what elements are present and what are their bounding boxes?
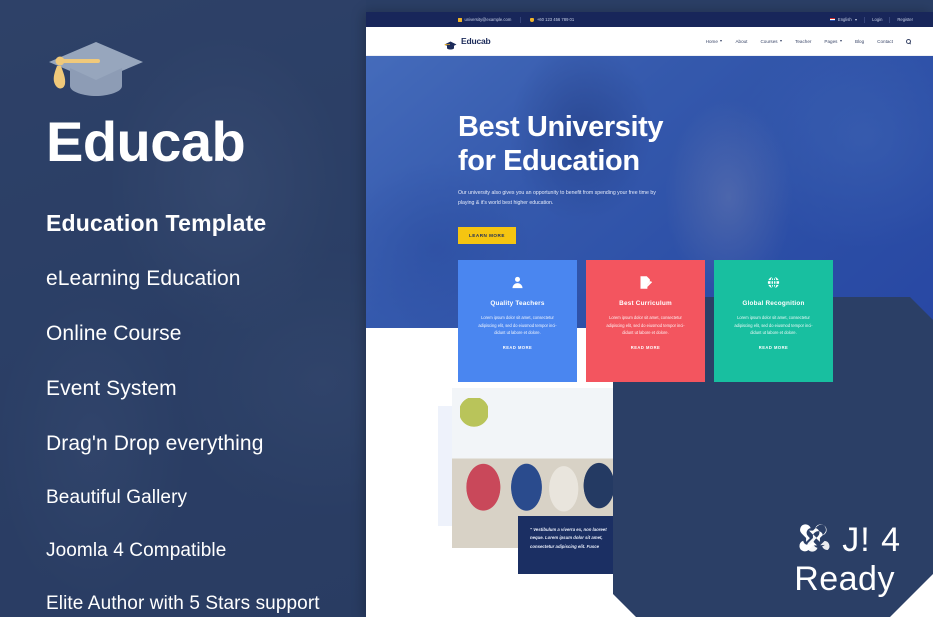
template-heading: Education Template (46, 210, 267, 236)
feature-card-global-recognition[interactable]: Global Recognition Lorem ipsum dolor sit… (714, 260, 833, 382)
brand-title: Educab (46, 110, 246, 173)
site-logo-text: Educab (461, 36, 491, 46)
list-item: Event System (46, 377, 177, 400)
card-title: Best Curriculum (619, 300, 672, 307)
divider (520, 16, 522, 23)
tree-decoration (460, 398, 488, 444)
topbar-phone-text: +60 123 456 789 01 (536, 17, 575, 22)
list-item: Beautiful Gallery (46, 487, 188, 508)
flag-icon (830, 17, 836, 22)
card-text: Lorem ipsum dolor sit amet, consectetur … (734, 315, 813, 336)
chevron-down-icon (720, 40, 723, 42)
kicker-text: ABOUT US (690, 410, 723, 415)
nav-label: Blog (854, 38, 865, 44)
poster-stage: Educab Education Template eLearning Educ… (0, 0, 933, 617)
nav-item-blog[interactable]: Blog (855, 39, 864, 44)
about-kicker: ABOUT US (666, 410, 841, 415)
read-more-link[interactable]: READ MORE (726, 345, 821, 350)
language-label: English (837, 17, 852, 22)
list-item: Joomla 4 Compatible (46, 540, 227, 561)
language-selector[interactable]: English (830, 17, 858, 22)
nav-item-pages[interactable]: Pages (824, 39, 842, 44)
card-title: Quality Teachers (490, 300, 545, 307)
joomla-badge-content: J! 4 Ready (794, 519, 901, 599)
nav-item-contact[interactable]: Contact (877, 39, 893, 44)
nav-links: Home About Courses Teacher Pages Blog Co… (706, 38, 911, 44)
divider (889, 16, 891, 23)
divider (864, 16, 866, 23)
read-more-link[interactable]: READ MORE (598, 345, 693, 350)
globe-icon (726, 274, 821, 291)
joomla-logo-icon (794, 519, 832, 562)
joomla-ready-label: Ready (794, 560, 895, 598)
topbar-phone[interactable]: +60 123 456 789 01 (530, 17, 574, 22)
read-more-link[interactable]: READ MORE (470, 345, 565, 350)
graduation-cap-icon (444, 37, 457, 49)
about-lead: Vestibulum a viverra ex, non laoreet neq… (666, 476, 757, 500)
left-info-panel: Educab Education Template eLearning Educ… (0, 0, 366, 617)
chevron-down-icon (780, 40, 783, 42)
nav-label: Home (705, 38, 718, 44)
search-icon[interactable] (906, 38, 911, 44)
testimonial-quote: " Vestibulum a viverra ex, non laoreet n… (518, 516, 660, 574)
user-icon (470, 274, 565, 291)
card-title: Global Recognition (742, 300, 805, 307)
card-text: Lorem ipsum dolor sit amet, consectetur … (606, 315, 685, 336)
register-link[interactable]: Register (897, 17, 913, 22)
nav-item-about[interactable]: About (735, 39, 747, 44)
nav-label: About (735, 38, 748, 44)
hero-title: Best University for Education (458, 111, 664, 177)
graduation-cap-icon (46, 38, 146, 100)
about-title: Welcome to The University (666, 426, 770, 462)
site-navbar: Educab Home About Courses Teacher Pages … (366, 27, 933, 56)
hero-subtitle: Our university also gives you an opportu… (458, 190, 656, 207)
list-item: Online Course (46, 322, 182, 345)
mail-icon (458, 17, 462, 22)
nav-label: Pages (824, 38, 838, 44)
nav-item-home[interactable]: Home (706, 39, 723, 44)
nav-label: Teacher (795, 38, 812, 44)
card-text: Lorem ipsum dolor sit amet, consectetur … (478, 315, 557, 336)
list-item: Elite Author with 5 Stars support (46, 593, 320, 614)
list-item: Drag'n Drop everything (46, 432, 264, 455)
joomla-version-label: J! 4 (842, 521, 901, 559)
nav-item-teacher[interactable]: Teacher (795, 39, 811, 44)
topbar-email-text: university@example.com (464, 17, 512, 22)
chevron-down-icon (839, 40, 842, 42)
nav-label: Contact (877, 38, 893, 44)
topbar-email[interactable]: university@example.com (458, 17, 511, 22)
site-logo[interactable]: Educab (444, 36, 491, 49)
login-link[interactable]: Login (872, 17, 882, 22)
feature-card-best-curriculum[interactable]: Best Curriculum Lorem ipsum dolor sit am… (586, 260, 705, 382)
list-item: eLearning Education (46, 267, 241, 290)
nav-item-courses[interactable]: Courses (760, 38, 783, 44)
feature-list: eLearning Education Online Course Event … (46, 267, 326, 615)
site-topbar: university@example.com +60 123 456 789 0… (366, 12, 933, 27)
feature-card-quality-teachers[interactable]: Quality Teachers Lorem ipsum dolor sit a… (458, 260, 577, 382)
nav-label: Courses (760, 38, 778, 44)
chevron-down-icon (855, 18, 858, 21)
learn-more-button[interactable]: LEARN MORE (458, 227, 516, 244)
kicker-line (666, 412, 684, 413)
document-pencil-icon (598, 274, 693, 291)
phone-icon (530, 17, 535, 22)
feature-cards: Quality Teachers Lorem ipsum dolor sit a… (458, 260, 833, 382)
about-photo-stack: " Vestibulum a viverra ex, non laoreet n… (438, 388, 660, 574)
